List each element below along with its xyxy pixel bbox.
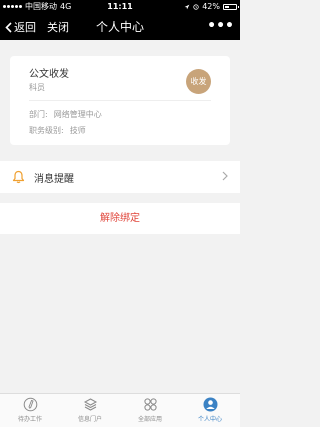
department-value: 网络管理中心 xyxy=(53,110,102,119)
profile-name: 公文收发 xyxy=(29,69,69,80)
profile-role: 科员 xyxy=(29,83,45,92)
status-bar: 中国移动 4G 11:11 42% xyxy=(0,0,240,13)
pen-circle-icon xyxy=(23,397,37,412)
location-icon xyxy=(184,4,190,9)
battery-icon xyxy=(223,3,239,10)
notification-label: 消息提醒 xyxy=(34,174,74,185)
nav-bar: 返回 关闭 个人中心 ••• xyxy=(0,13,240,40)
tab-info-portal[interactable]: 信息门户 xyxy=(60,394,120,427)
tab-label: 待办工作 xyxy=(17,416,42,423)
department-label: 部门: xyxy=(29,110,48,119)
card-divider xyxy=(29,100,211,101)
tab-personal-center[interactable]: 个人中心 xyxy=(180,394,240,427)
avatar: 收发 xyxy=(186,69,211,94)
tab-bar: 待办工作 信息门户 全部应用 个人中心 xyxy=(0,393,240,427)
bell-icon xyxy=(12,170,25,184)
rank-row: 职务级别: 技师 xyxy=(29,125,86,136)
department-row: 部门: 网络管理中心 xyxy=(29,109,102,120)
unbind-button[interactable]: 解除绑定 xyxy=(0,203,240,234)
alarm-icon xyxy=(193,3,199,10)
rank-label: 职务级别: xyxy=(29,126,64,135)
grid-circles-icon xyxy=(143,398,157,411)
more-menu-button[interactable]: ••• xyxy=(207,18,234,34)
profile-card: 公文收发 科员 收发 部门: 网络管理中心 职务级别: 技师 xyxy=(10,56,230,145)
chevron-right-icon xyxy=(222,171,228,181)
tab-all-apps[interactable]: 全部应用 xyxy=(120,394,180,427)
rank-value: 技师 xyxy=(69,126,86,135)
tab-label: 信息门户 xyxy=(77,416,102,423)
status-right: 42% xyxy=(184,0,239,13)
user-icon xyxy=(203,397,217,412)
battery-percent: 42% xyxy=(202,2,220,11)
tab-label: 个人中心 xyxy=(197,416,222,423)
notification-settings-row[interactable]: 消息提醒 xyxy=(0,161,240,193)
tab-label: 全部应用 xyxy=(137,416,162,423)
page-title: 个人中心 xyxy=(95,20,144,34)
tab-pending-work[interactable]: 待办工作 xyxy=(0,394,60,427)
layers-icon xyxy=(83,398,97,411)
